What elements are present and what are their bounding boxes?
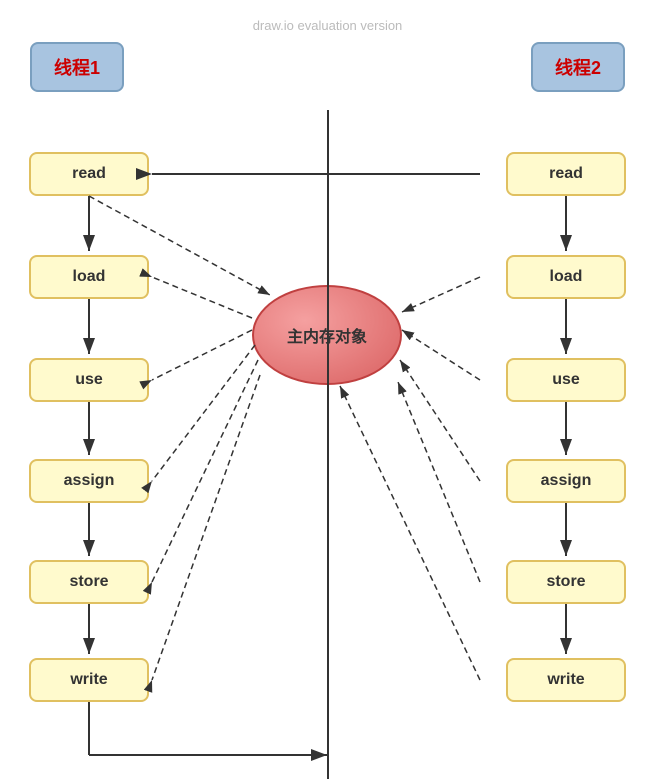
t1-load-box: load <box>29 255 149 299</box>
mem-to-t1store <box>152 360 258 582</box>
mem-to-t1assign <box>152 345 255 481</box>
t1-write-box: write <box>29 658 149 702</box>
t2load-to-mem <box>402 277 480 312</box>
t2store-to-mem <box>398 382 480 582</box>
thread1-header: 线程1 <box>30 42 124 92</box>
t2-use-box: use <box>506 358 626 402</box>
t2-assign-box: assign <box>506 459 626 503</box>
t1-use-box: use <box>29 358 149 402</box>
mem-to-t1write <box>152 375 260 680</box>
thread2-label: 线程2 <box>555 58 601 78</box>
t1-read-box: read <box>29 152 149 196</box>
t2write-to-mem <box>340 386 480 680</box>
t2use-to-mem <box>402 330 480 380</box>
t2-write-box: write <box>506 658 626 702</box>
t2-load-box: load <box>506 255 626 299</box>
t2assign-to-mem <box>400 360 480 481</box>
thread1-label: 线程1 <box>54 58 100 78</box>
mem-to-t1load <box>152 277 252 318</box>
thread2-header: 线程2 <box>531 42 625 92</box>
watermark-text: draw.io evaluation version <box>253 18 403 33</box>
t1-assign-box: assign <box>29 459 149 503</box>
center-vertical-line <box>327 110 329 779</box>
mem-to-t1use <box>152 330 252 380</box>
t2-read-box: read <box>506 152 626 196</box>
t1-store-box: store <box>29 560 149 604</box>
t2-store-box: store <box>506 560 626 604</box>
